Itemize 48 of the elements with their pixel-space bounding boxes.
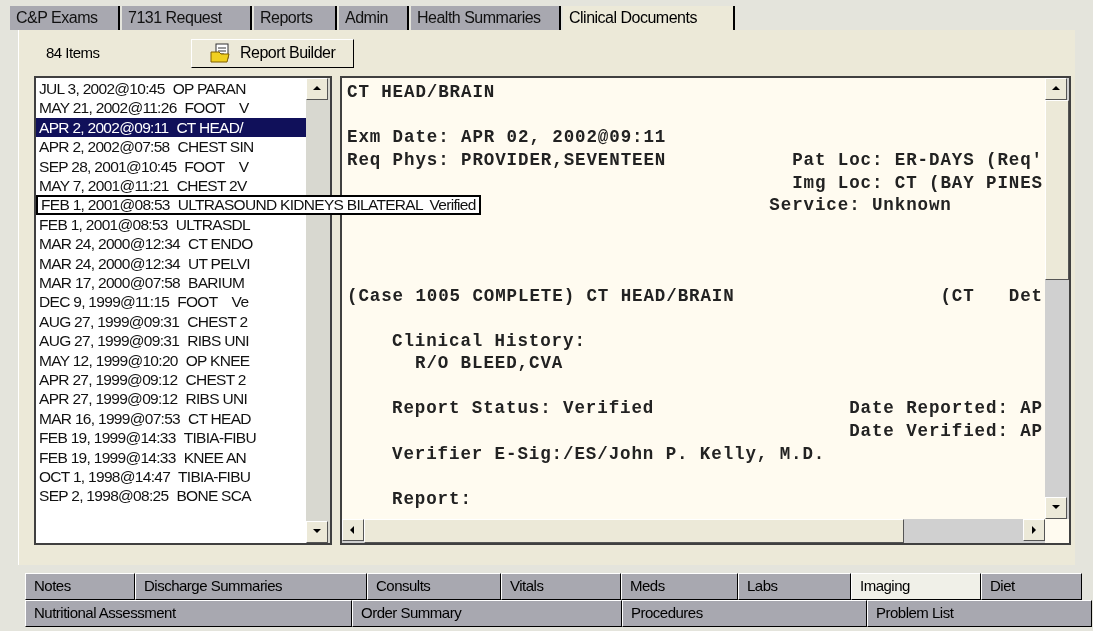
document-list-item[interactable]: FEB 1, 2001@08:53 ULTRASOUND KIDNEYS BILATERAL Verified	[36, 195, 481, 215]
tab[interactable]: Meds	[621, 573, 738, 600]
horizontal-scrollbar[interactable]	[342, 519, 1045, 543]
scroll-left-button[interactable]	[342, 519, 364, 541]
scroll-up-button[interactable]	[1045, 78, 1067, 100]
tab[interactable]: 7131 Request	[122, 6, 252, 30]
scroll-thumb[interactable]	[1045, 100, 1069, 280]
tab[interactable]: Vitals	[501, 573, 621, 600]
tab[interactable]: C&P Exams	[10, 6, 120, 30]
tab[interactable]: Discharge Summaries	[135, 573, 367, 600]
report-text: Date Verified: AP	[849, 420, 1043, 444]
scroll-thumb[interactable]	[364, 519, 904, 543]
report-text: Req Phys: PROVIDER,SEVENTEEN	[347, 148, 667, 172]
item-count: 84 Items	[46, 42, 101, 63]
tab[interactable]: Health Summaries	[411, 6, 561, 30]
report-text: Date Reported: AP	[849, 397, 1043, 421]
tab[interactable]: Problem List	[867, 600, 1092, 627]
report-text: CT HEAD/BRAIN	[347, 81, 496, 105]
report-text: Service: Unknown	[769, 194, 953, 218]
tab[interactable]: Order Summary	[352, 600, 622, 627]
tab[interactable]: Procedures	[622, 600, 867, 627]
tab[interactable]: Labs	[738, 573, 851, 600]
scroll-down-button[interactable]	[1045, 497, 1067, 519]
scroll-down-button[interactable]	[306, 521, 328, 543]
tab[interactable]: Consults	[367, 573, 501, 600]
tab[interactable]: Clinical Documents	[563, 6, 735, 30]
tab[interactable]: Reports	[254, 6, 337, 30]
document-list-item[interactable]: APR 2, 2002@09:11 CT HEAD/	[36, 117, 306, 138]
tab[interactable]: Admin	[339, 6, 409, 30]
report-text: Pat Loc: ER-DAYS (Req'	[792, 148, 1043, 172]
report-text: Exm Date: APR 02, 2002@09:11	[347, 126, 667, 150]
scroll-up-button[interactable]	[306, 78, 328, 100]
report-text: Report Status: Verified	[392, 397, 655, 421]
report-text: (CT Det	[940, 284, 1043, 308]
vertical-scrollbar[interactable]	[1045, 78, 1069, 519]
report-text: Clinical History:	[392, 329, 586, 353]
report-text: R/O BLEED,CVA	[415, 352, 564, 376]
scroll-right-button[interactable]	[1023, 519, 1045, 541]
report-text: Verifier E-Sig:/ES/John P. Kelly, M.D.	[392, 442, 826, 466]
tab[interactable]: Diet	[981, 573, 1082, 600]
tab[interactable]: Nutritional Assessment	[25, 600, 352, 627]
tab[interactable]: Notes	[25, 573, 135, 600]
tab[interactable]: Imaging	[851, 573, 981, 600]
report-text: Report:	[392, 487, 472, 511]
arrow-icon	[1029, 525, 1039, 535]
report-text: (Case 1005 COMPLETE) CT HEAD/BRAIN	[347, 284, 735, 308]
report-builder-button[interactable]: Report Builder	[191, 38, 355, 68]
report-text: Img Loc: CT (BAY PINES	[792, 171, 1043, 195]
